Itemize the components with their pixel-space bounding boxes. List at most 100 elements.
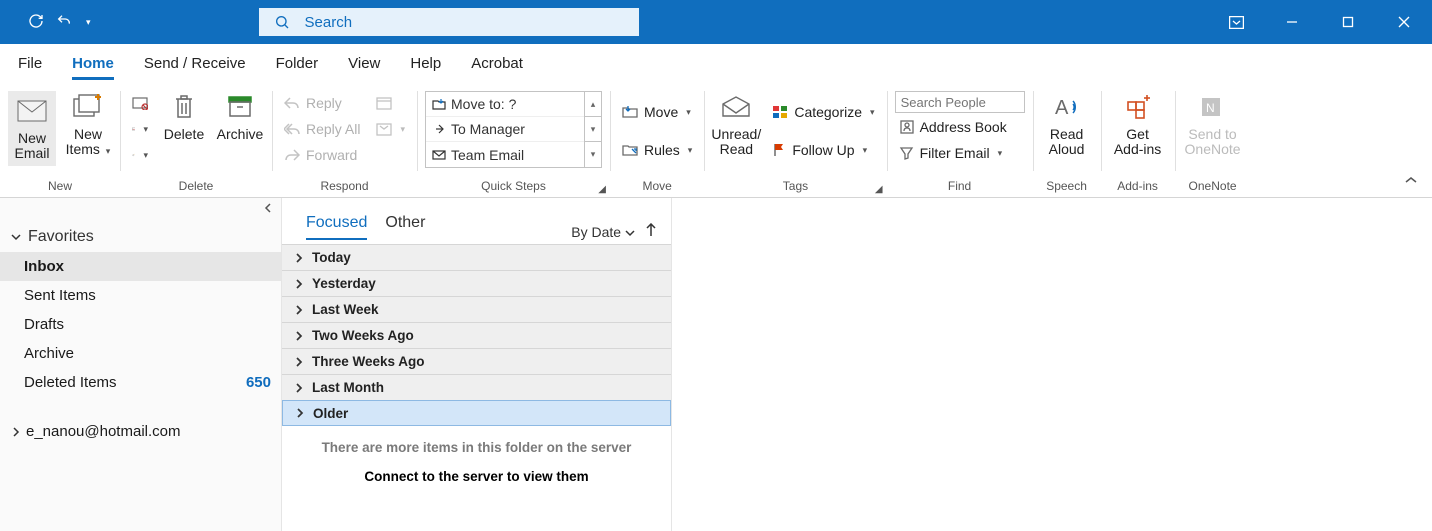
folder-move-icon [622,105,638,119]
cleanup-dropdown[interactable]: ▾ [128,143,152,167]
sync-icon[interactable] [28,13,44,32]
onenote-icon: N [1200,91,1226,123]
nav-item-deleted-items[interactable]: Deleted Items 650 [0,368,281,397]
reading-pane [672,198,1432,531]
send-to-onenote-button[interactable]: N Send to OneNote [1183,91,1243,158]
unread-read-button[interactable]: Unread/ Read [712,91,760,158]
new-email-icon [17,95,47,127]
search-people-input[interactable] [895,91,1025,113]
flag-icon [772,143,786,157]
reply-all-button[interactable]: Reply All [280,117,364,141]
minimize-button[interactable] [1264,0,1320,44]
msg-group-last-month[interactable]: Last Month [282,374,671,400]
tab-send-receive[interactable]: Send / Receive [144,47,246,80]
group-delete: ▾ ▾ Delete Archive Delete [120,81,272,197]
tab-help[interactable]: Help [410,47,441,80]
qat-customize-icon[interactable]: ▾ [86,17,91,28]
group-tags: Unread/ Read Categorize▾ Follow Up▾ Tags… [704,81,886,197]
quick-steps-down[interactable]: ▾ [585,117,601,142]
server-more-items-label: There are more items in this folder on t… [282,426,671,459]
ribbon-display-icon[interactable] [1208,0,1264,44]
tab-file[interactable]: File [18,47,42,80]
quick-steps-gallery[interactable]: Move to: ? To Manager Team Email [425,91,585,168]
group-addins: Get Add-ins Add-ins [1101,81,1175,197]
tab-home[interactable]: Home [72,47,114,80]
favorites-header[interactable]: Favorites [0,222,281,252]
deleted-count: 650 [246,374,271,391]
quick-access-toolbar: ▾ [0,13,91,32]
content-area: Favorites Inbox Sent Items Drafts Archiv… [0,198,1432,531]
reply-button[interactable]: Reply [280,91,364,115]
message-list-header: Focused Other By Date [282,198,671,244]
collapse-nav-icon[interactable] [263,202,273,217]
tab-view[interactable]: View [348,47,380,80]
nav-item-sent-items[interactable]: Sent Items [0,281,281,310]
quick-steps-launcher[interactable]: ◢ [598,184,606,195]
categorize-dropdown[interactable]: Categorize▾ [768,100,878,124]
follow-up-dropdown[interactable]: Follow Up▾ [768,138,878,162]
chevron-right-icon [294,383,304,393]
quick-step-to-manager[interactable]: To Manager [426,117,584,142]
group-label-new: New [48,177,72,195]
close-button[interactable] [1376,0,1432,44]
nav-item-drafts[interactable]: Drafts [0,310,281,339]
ribbon: New Email New Items ▾ New ▾ ▾ [0,80,1432,198]
junk-dropdown[interactable]: ▾ [128,117,152,141]
address-book-button[interactable]: Address Book [895,115,1025,139]
chevron-right-icon [294,305,304,315]
quick-step-move-to[interactable]: Move to: ? [426,92,584,117]
ignore-button[interactable] [128,91,152,115]
quick-steps-more[interactable]: ▾ [585,142,601,167]
msg-group-older[interactable]: Older [282,400,671,426]
read-aloud-button[interactable]: A Read Aloud [1041,91,1093,158]
filter-email-dropdown[interactable]: Filter Email▾ [895,141,1025,165]
tab-folder[interactable]: Folder [276,47,319,80]
msg-group-yesterday[interactable]: Yesterday [282,270,671,296]
tags-launcher[interactable]: ◢ [875,184,883,195]
msg-group-today[interactable]: Today [282,244,671,270]
forward-button[interactable]: Forward [280,143,364,167]
delete-button[interactable]: Delete [160,91,208,142]
group-quick-steps: Move to: ? To Manager Team Email ▴ ▾ ▾ [417,81,610,197]
delete-icon [173,91,195,123]
message-list-pane: Focused Other By Date Today Yesterday La… [282,198,672,531]
new-items-button[interactable]: New Items ▾ [64,91,112,158]
undo-icon[interactable] [56,13,72,32]
connect-to-server-label: Connect to the server to view them [282,459,671,494]
search-box[interactable]: Search [259,8,639,36]
tab-other[interactable]: Other [385,214,425,240]
group-label-respond: Respond [320,177,368,195]
new-items-icon [73,91,103,123]
nav-item-archive[interactable]: Archive [0,339,281,368]
tab-focused[interactable]: Focused [306,214,367,240]
account-header[interactable]: e_nanou@hotmail.com [0,417,281,446]
nav-item-inbox[interactable]: Inbox [0,252,281,281]
tab-acrobat[interactable]: Acrobat [471,47,523,80]
ribbon-tabs: File Home Send / Receive Folder View Hel… [0,44,1432,80]
archive-icon [227,91,253,123]
msg-group-three-weeks-ago[interactable]: Three Weeks Ago [282,348,671,374]
get-addins-icon [1124,91,1152,123]
chevron-down-icon [10,231,22,243]
msg-group-two-weeks-ago[interactable]: Two Weeks Ago [282,322,671,348]
meeting-button[interactable] [372,91,409,115]
more-respond-dropdown[interactable]: ▾ [372,117,409,141]
get-addins-button[interactable]: Get Add-ins [1109,91,1167,158]
sort-order-toggle[interactable] [645,223,657,240]
rules-dropdown[interactable]: Rules▾ [618,138,696,162]
filter-icon [899,146,914,160]
group-label-tags: Tags [783,177,808,195]
collapse-ribbon-icon[interactable] [1404,173,1432,197]
sort-by-date[interactable]: By Date [571,224,635,240]
msg-group-last-week[interactable]: Last Week [282,296,671,322]
quick-step-team-email[interactable]: Team Email [426,142,584,167]
new-email-button[interactable]: New Email [8,91,56,166]
group-speech: A Read Aloud Speech [1033,81,1101,197]
reply-all-icon [284,122,300,136]
maximize-button[interactable] [1320,0,1376,44]
archive-button[interactable]: Archive [216,91,264,142]
quick-steps-up[interactable]: ▴ [585,92,601,117]
group-respond: Reply Reply All Forward ▾ Respond [272,81,417,197]
move-dropdown[interactable]: Move▾ [618,100,696,124]
group-label-quick-steps: Quick Steps [481,177,546,195]
